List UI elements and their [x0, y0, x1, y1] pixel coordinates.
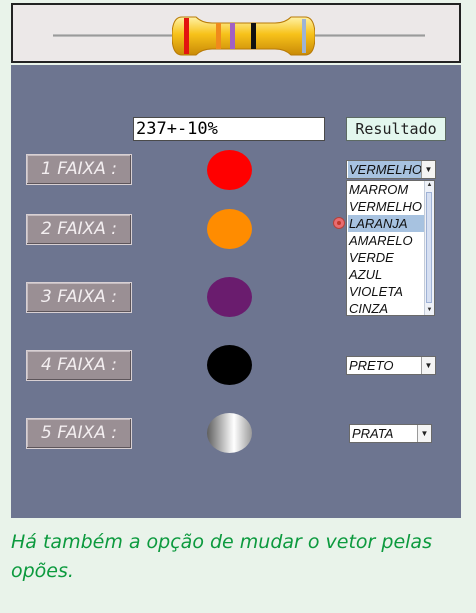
- band-4-select-value: PRETO: [349, 358, 394, 373]
- list-option[interactable]: VERDE: [348, 249, 425, 266]
- band-5-select[interactable]: PRATA ▼: [349, 424, 432, 443]
- list-option[interactable]: AMARELO: [348, 232, 425, 249]
- chevron-down-icon[interactable]: ▼: [421, 357, 435, 374]
- caption-text: Há também a opção de mudar o vetor pelas…: [11, 531, 432, 582]
- resistor-band-blue: [302, 19, 306, 53]
- list-option[interactable]: AZUL: [348, 266, 425, 283]
- list-option[interactable]: CINZA: [348, 300, 425, 317]
- resistor-band-violet: [230, 23, 235, 49]
- list-option[interactable]: VIOLETA: [348, 283, 425, 300]
- band-2-button[interactable]: 2 FAIXA :: [26, 214, 132, 245]
- listbox-scrollbar[interactable]: ▲ ▼: [424, 181, 434, 315]
- chevron-down-icon[interactable]: ▼: [421, 161, 435, 178]
- band-1-select[interactable]: VERMELHO ▼: [346, 160, 436, 179]
- list-option[interactable]: VERMELHO: [348, 198, 425, 215]
- list-option-selected[interactable]: LARANJA: [348, 215, 425, 232]
- band-2-listbox[interactable]: MARROM VERMELHO LARANJA AMARELO VERDE AZ…: [346, 180, 435, 316]
- resistor-band-black: [251, 23, 256, 49]
- band-5-select-value: PRATA: [352, 426, 394, 441]
- band-1-select-value: VERMELHO: [348, 161, 423, 178]
- scroll-down-icon[interactable]: ▼: [425, 306, 434, 315]
- resistor-image: [172, 13, 315, 59]
- result-button[interactable]: Resultado: [346, 117, 446, 141]
- resistance-readout[interactable]: 237+-10%: [133, 117, 325, 141]
- band-5-color-dot: [207, 413, 252, 453]
- band-3-button[interactable]: 3 FAIXA :: [26, 282, 132, 313]
- scrollbar-thumb[interactable]: [426, 192, 432, 303]
- resistor-banner: [11, 3, 461, 63]
- band-3-color-dot: [207, 277, 252, 317]
- list-option[interactable]: MARROM: [348, 181, 425, 198]
- chevron-down-icon[interactable]: ▼: [417, 425, 431, 442]
- band-5-button[interactable]: 5 FAIXA :: [26, 418, 132, 449]
- band-4-select[interactable]: PRETO ▼: [346, 356, 436, 375]
- resistor-band-orange: [216, 23, 221, 49]
- band-1-color-dot: [207, 150, 252, 190]
- scroll-up-icon[interactable]: ▲: [425, 181, 434, 190]
- band-4-color-dot: [207, 345, 252, 385]
- mouse-cursor-icon: [332, 215, 346, 229]
- band-1-button[interactable]: 1 FAIXA :: [26, 154, 132, 185]
- band-2-color-dot: [207, 209, 252, 249]
- resistor-band-red: [184, 18, 189, 54]
- band-4-button[interactable]: 4 FAIXA :: [26, 350, 132, 381]
